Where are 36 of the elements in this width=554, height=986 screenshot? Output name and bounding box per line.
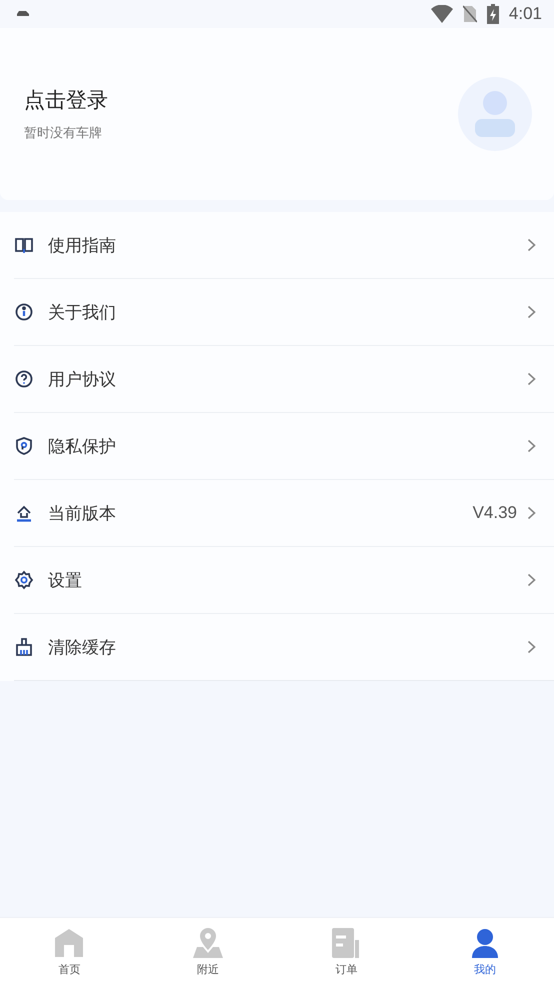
nav-tab[interactable]: 附近 — [138, 918, 277, 986]
upload-icon — [14, 503, 34, 523]
chevron-right-icon — [527, 640, 536, 654]
menu-item[interactable]: 用户协议 — [14, 346, 554, 413]
home-icon — [54, 928, 84, 958]
chevron-right-icon — [527, 439, 536, 453]
chevron-right-icon — [527, 573, 536, 587]
battery-icon — [486, 4, 499, 24]
nav-tab[interactable]: 我的 — [416, 918, 554, 986]
help-icon — [14, 369, 34, 389]
user-icon — [470, 928, 500, 958]
location-pin-icon — [192, 928, 224, 958]
info-icon — [14, 302, 34, 322]
chevron-right-icon — [527, 238, 536, 252]
menu-item[interactable]: 使用指南 — [14, 212, 554, 279]
chevron-right-icon — [527, 506, 536, 520]
chevron-right-icon — [527, 372, 536, 386]
chevron-right-icon — [527, 305, 536, 319]
login-title[interactable]: 点击登录 — [24, 86, 108, 114]
menu-item[interactable]: 当前版本 V4.39 — [14, 480, 554, 547]
menu-item[interactable]: 设置 — [14, 547, 554, 614]
nav-tab[interactable]: 首页 — [0, 918, 138, 986]
no-sim-icon — [462, 5, 477, 23]
document-icon — [332, 928, 360, 958]
shield-icon — [14, 436, 34, 456]
broom-icon — [14, 637, 34, 657]
menu-item[interactable]: 隐私保护 — [14, 413, 554, 480]
wifi-icon — [430, 5, 453, 23]
plate-status-text: 暂时没有车牌 — [24, 125, 103, 142]
menu-item[interactable]: 关于我们 — [14, 279, 554, 346]
book-icon — [14, 235, 34, 255]
nav-tab[interactable]: 订单 — [277, 918, 416, 986]
car-icon — [16, 10, 30, 18]
settings-icon — [14, 570, 34, 590]
status-time: 4:01 — [508, 4, 542, 24]
version-value: V4.39 — [472, 503, 517, 523]
